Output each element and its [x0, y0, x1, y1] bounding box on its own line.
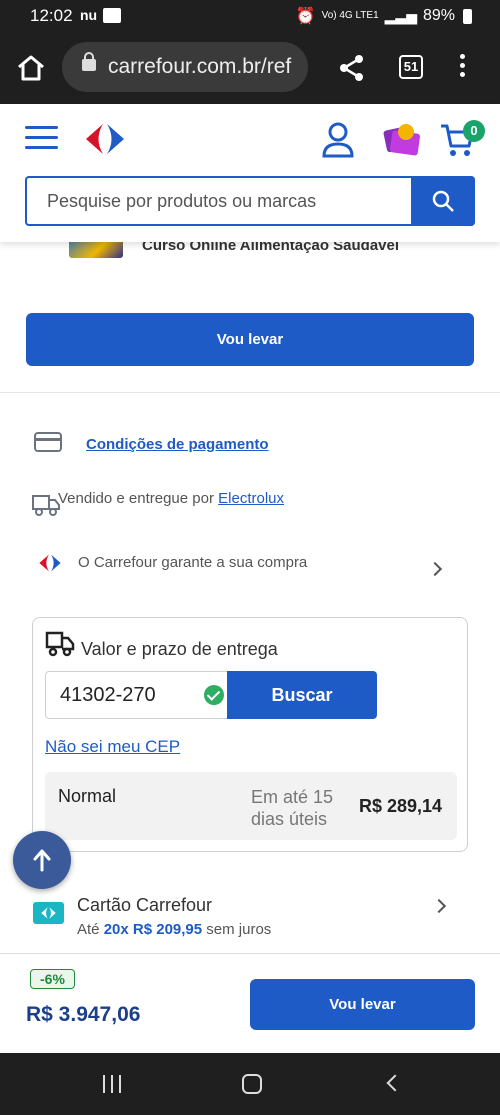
network-indicator: Vo) 4G LTE1: [321, 10, 379, 21]
nu-notification-icon: nu: [80, 7, 98, 23]
discount-badge: -6%: [30, 969, 75, 989]
shipping-deadline: Em até 15 dias úteis: [251, 787, 334, 829]
delivery-estimate-card: Valor e prazo de entrega 41302-270 Busca…: [32, 617, 468, 852]
sticky-buy-bar: -6% R$ 3.947,06 Vou levar: [0, 953, 500, 1053]
status-time: 12:02: [30, 6, 73, 25]
alarm-icon: ⏰: [295, 8, 316, 25]
cep-value: 41302-270: [60, 684, 156, 706]
chevron-right-icon[interactable]: [431, 898, 447, 914]
cep-input[interactable]: 41302-270: [45, 671, 228, 719]
chevron-right-icon[interactable]: [427, 561, 443, 577]
rewards-coupon-icon[interactable]: [382, 120, 422, 160]
unknown-cep-link[interactable]: Não sei meu CEP: [45, 737, 180, 757]
sold-by-label: Vendido e entregue por: [58, 490, 214, 507]
card-offer-title[interactable]: Cartão Carrefour: [77, 895, 212, 916]
payment-conditions-link[interactable]: Condições de pagamento: [86, 436, 269, 453]
home-icon[interactable]: [16, 54, 46, 82]
url-text: carrefour.com.br/ref: [108, 55, 292, 78]
card-offer-suffix: sem juros: [206, 921, 272, 938]
card-offer-value: 20x R$ 209,95: [103, 921, 203, 938]
user-account-icon[interactable]: [322, 122, 354, 158]
shipping-option[interactable]: Normal Em até 15 dias úteis R$ 289,14: [45, 772, 457, 840]
shipping-option-name: Normal: [58, 786, 117, 806]
search-button[interactable]: [411, 176, 475, 226]
cart-count-badge: 0: [463, 120, 485, 142]
delivery-title: Valor e prazo de entrega: [81, 639, 278, 659]
delivery-truck-icon: [32, 495, 60, 516]
recent-apps-icon[interactable]: [103, 1075, 123, 1093]
card-offer-prefix: Até: [77, 921, 100, 938]
share-icon[interactable]: [339, 54, 365, 82]
buy-button[interactable]: Vou levar: [26, 313, 474, 366]
status-indicators: ⏰ Vo) 4G LTE1 ▂▃▅ 89%: [296, 6, 472, 26]
search-input[interactable]: Pesquise por produtos ou marcas: [47, 191, 316, 212]
browser-toolbar: carrefour.com.br/ref 51: [0, 32, 500, 104]
shipping-price: R$ 289,14: [359, 796, 443, 816]
back-nav-icon[interactable]: [386, 1074, 404, 1092]
carrefour-card-icon: [33, 902, 64, 924]
section-divider: [0, 392, 500, 393]
arrow-up-icon: [33, 849, 51, 872]
search-cep-button[interactable]: Buscar: [227, 671, 377, 719]
hamburger-menu-icon[interactable]: [25, 126, 58, 156]
battery-level: 89%: [422, 7, 455, 24]
sold-by-row: Vendido e entregue por Electrolux: [58, 490, 284, 507]
sticky-buy-button[interactable]: Vou levar: [250, 979, 475, 1030]
carrefour-guarantee-icon: [39, 554, 61, 572]
app-notification-icon: [103, 8, 121, 23]
guarantee-text[interactable]: O Carrefour garante a sua compra: [78, 554, 307, 571]
scroll-to-top-button[interactable]: [13, 831, 71, 889]
search-icon: [432, 190, 454, 212]
home-nav-icon[interactable]: [242, 1074, 262, 1094]
system-navigation-bar: [0, 1053, 500, 1115]
carrefour-logo[interactable]: [80, 122, 130, 156]
check-icon: [204, 685, 224, 705]
credit-card-icon: [34, 432, 62, 452]
product-price: R$ 3.947,06: [26, 1003, 141, 1026]
battery-icon: [463, 8, 472, 24]
lock-icon: [82, 52, 96, 71]
browser-menu-icon[interactable]: [460, 54, 466, 81]
status-bar: 12:02 nu ⏰ Vo) 4G LTE1 ▂▃▅ 89%: [0, 0, 500, 32]
search-bar[interactable]: Pesquise por produtos ou marcas: [25, 176, 475, 226]
seller-link[interactable]: Electrolux: [218, 490, 284, 507]
card-offer-installments: Até 20x R$ 209,95 sem juros: [77, 921, 271, 938]
address-bar[interactable]: carrefour.com.br/ref: [62, 42, 308, 92]
site-header: 0 Pesquise por produtos ou marcas: [0, 104, 500, 242]
signal-icon: ▂▃▅: [384, 7, 417, 24]
delivery-truck-icon: [45, 631, 75, 657]
tab-switcher-button[interactable]: 51: [399, 55, 423, 79]
